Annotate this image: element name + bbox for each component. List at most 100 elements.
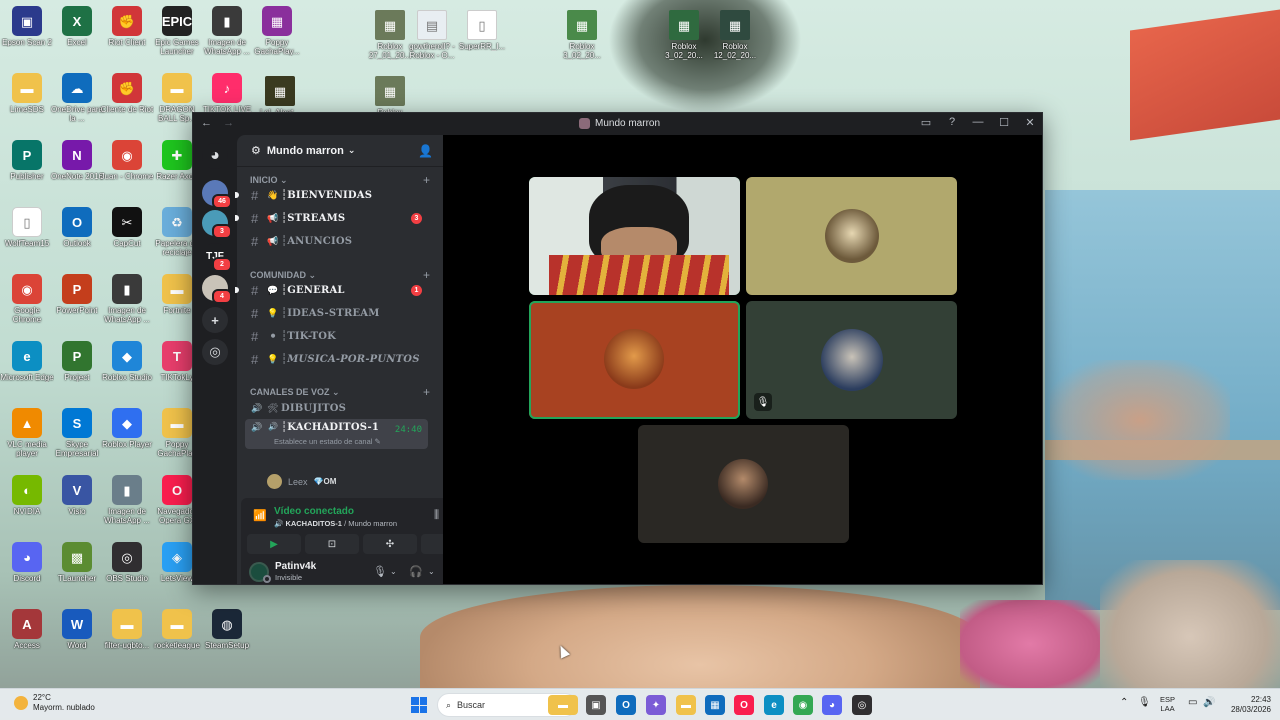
channel-item[interactable]: # 💡 ┆IDEAS-STREAM — [245, 303, 428, 323]
obs-app[interactable]: ◎ — [852, 695, 872, 715]
channel-item[interactable]: # 💬 ┆GENERAL 1 — [235, 280, 428, 300]
guild-add-server[interactable]: + — [202, 307, 228, 333]
desktop-icon-capcut[interactable]: ✂ CapCut — [100, 207, 154, 248]
discord-app[interactable]: ◕ — [822, 695, 842, 715]
guild-explore[interactable]: ◎ — [202, 339, 228, 365]
camera-tile[interactable] — [529, 177, 740, 295]
desktop-icon-epic-games-launcher[interactable]: EPIC Epic Games Launcher — [150, 6, 204, 56]
avatar-tile-3[interactable]: 🎙 — [746, 301, 957, 419]
desktop-file-lol-aleat[interactable]: ▦Lol_Aleat... — [253, 76, 307, 117]
desktop-icon-imagen-de-whatsapp[interactable]: ▮ Imagen de WhatsApp ... — [100, 274, 154, 324]
maximize-button[interactable]: ☐ — [998, 116, 1010, 129]
clock[interactable]: 22:43 28/03/2026 — [1227, 695, 1271, 715]
voice-member[interactable]: Leex 💎OM — [267, 474, 336, 489]
folder-app[interactable]: ▬ — [676, 695, 696, 715]
avatar-tile-4[interactable] — [638, 425, 849, 543]
desktop-file-roblox-12-02-20[interactable]: ▦ Roblox 12_02_20... — [708, 10, 762, 60]
invite-people-icon[interactable]: 👤 — [418, 144, 433, 158]
desktop-icon-roblox-studio[interactable]: ◆ Roblox Studio — [100, 341, 154, 382]
channel-item[interactable]: # 📢 ┆ANUNCIOS — [245, 231, 428, 251]
set-status-hint[interactable]: Establece un estado de canal ✎ — [274, 437, 381, 446]
desktop-icon-google-chrome[interactable]: ◉ Google Chrome — [0, 274, 54, 324]
chevron-up-icon[interactable]: ⌃ — [1120, 697, 1128, 708]
chevron-down-icon[interactable]: ⌄ — [390, 567, 397, 576]
desktop-icon-project[interactable]: P Project — [50, 341, 104, 382]
channel-item[interactable]: # ⚫ ┆TIK-TOK — [245, 326, 428, 346]
weather-widget[interactable]: 22°C Mayorm. nublado — [14, 693, 95, 713]
copilot-app[interactable]: ✦ — [646, 695, 666, 715]
camera-button[interactable]: ▶ — [247, 534, 301, 554]
help-icon[interactable]: ? — [946, 116, 958, 129]
desktop-icon-epson-scan-2[interactable]: ▣ Epson Scan 2 — [0, 6, 54, 47]
headphones-icon[interactable]: 🎧 — [409, 565, 423, 578]
signal-icon[interactable]: 📶 — [253, 509, 267, 522]
desktop-icon-powerpoint[interactable]: P PowerPoint — [50, 274, 104, 315]
server-header[interactable]: ⚙ Mundo marron ⌄ 👤 — [237, 135, 443, 167]
desktop-icon-steamsetup[interactable]: ◍ SteamSetup — [200, 609, 254, 650]
avatar-tile-1[interactable] — [746, 177, 957, 295]
desktop-file-roblox[interactable]: ▦Roblox — [363, 76, 417, 117]
desktop-icon-discord[interactable]: ◕ Discord — [0, 542, 54, 583]
desktop-icon-access[interactable]: A Access — [0, 609, 54, 650]
desktop-icon-juan-chrome[interactable]: ◉ Juan - Chrome — [100, 140, 154, 181]
task-view-app[interactable]: ▣ — [586, 695, 606, 715]
volume-icon[interactable]: 🔊 — [1203, 697, 1215, 708]
window-titlebar[interactable]: ← → Mundo marron ▭ ? — ☐ ✕ — [193, 113, 1042, 135]
close-button[interactable]: ✕ — [1024, 116, 1036, 129]
desktop-file-superrr-i[interactable]: ▯ SuperRR_I... — [455, 10, 509, 51]
desktop-icon-publisher[interactable]: P Publisher — [0, 140, 54, 181]
opera-app[interactable]: O — [734, 695, 754, 715]
noise-suppression-icon[interactable]: ⫼ — [434, 509, 439, 522]
microphone-icon[interactable]: 🎙 — [1138, 697, 1151, 708]
desktop-icon-obs-studio[interactable]: ◎ OBS Studio — [100, 542, 154, 583]
desktop-icon-vlc-media-player[interactable]: ▲ VLC media player — [0, 408, 54, 458]
desktop-icon-outlook[interactable]: O Outlook — [50, 207, 104, 248]
desktop-icon-tiktok-live[interactable]: ♪ TIKTOK LIVE — [200, 73, 254, 114]
activities-button[interactable]: ✣ — [363, 534, 417, 554]
network-icon[interactable]: ▭ — [1188, 697, 1197, 708]
desktop-file-gowtheroll-roblox-o[interactable]: ▤ gowtheroll? - Roblox - O... — [405, 10, 459, 60]
channel-category[interactable]: CANALES DE VOZ ⌄ + — [250, 385, 430, 399]
start-button[interactable] — [411, 697, 427, 713]
store-app[interactable]: ▦ — [705, 695, 725, 715]
desktop-icon-microsoft-edge[interactable]: e Microsoft Edge — [0, 341, 54, 382]
desktop-icon-rocketleague[interactable]: ▬ rocketleague — [150, 609, 204, 650]
channel-item[interactable]: # 💡 ┆MUSICA-POR-PUNTOS — [245, 349, 428, 369]
desktop-icon-skype-empresarial[interactable]: S Skype Empresarial — [50, 408, 104, 458]
desktop-icon-poppy-gachaplay[interactable]: ▦ Poppy GachaPlay... — [250, 6, 304, 56]
channel-item[interactable]: # 📢 ┆STREAMS 3 — [235, 208, 428, 228]
channel-item[interactable]: 🔊 🛠 DIBUJITOS — [245, 398, 428, 418]
create-channel-icon[interactable]: + — [423, 385, 430, 399]
desktop-icon-excel[interactable]: X Excel — [50, 6, 104, 47]
desktop-icon-riot-client[interactable]: ✊ Riot Client — [100, 6, 154, 47]
desktop-icon-onenote-2016[interactable]: N OneNote 2016 — [50, 140, 104, 181]
desktop-icon-filter-ugbto[interactable]: ▬ filter-ugbto... — [100, 609, 154, 650]
chevron-down-icon[interactable]: ⌄ — [428, 567, 435, 576]
desktop-file-roblox-3-02-20[interactable]: ▦ Roblox 3_02_20... — [657, 10, 711, 60]
microphone-icon[interactable]: 🎙 — [373, 565, 387, 578]
back-arrow-icon[interactable]: ← — [201, 117, 212, 129]
avatar-tile-2[interactable] — [529, 301, 740, 419]
desktop-icon-imagen-de-whatsapp[interactable]: ▮ Imagen de WhatsApp ... — [200, 6, 254, 56]
file-explorer-app[interactable]: ▬ — [548, 695, 578, 715]
desktop-icon-roblox-player[interactable]: ◆ Roblox Player — [100, 408, 154, 449]
desktop-icon-nvidia[interactable]: ◐ NVIDIA — [0, 475, 54, 516]
desktop-icon-tlauncher[interactable]: ▩ TLauncher — [50, 542, 104, 583]
desktop-file-roblox-3-02-20[interactable]: ▦ Roblox 3_02_20... — [555, 10, 609, 60]
desktop-icon-limesds[interactable]: ▬ LimeSDS — [0, 73, 54, 114]
inbox-icon[interactable]: ▭ — [920, 116, 932, 129]
active-voice-channel[interactable]: 🔊 🔊 ┆KACHADITOS-1 24:40 Establece un estado … — [245, 419, 428, 449]
desktop-icon-imagen-de-whatsapp[interactable]: ▮ Imagen de WhatsApp ... — [100, 475, 154, 525]
desktop-icon-visio[interactable]: V Visio — [50, 475, 104, 516]
desktop-icon-word[interactable]: W Word — [50, 609, 104, 650]
forward-arrow-icon[interactable]: → — [223, 117, 234, 129]
guild-discord-home[interactable]: ◕ — [202, 143, 228, 169]
desktop-icon-onedrive-para-la[interactable]: ☁ OneDrive para la ... — [50, 73, 104, 123]
desktop-icon-cliente-de-riot[interactable]: ✊ Cliente de Riot — [100, 73, 154, 114]
guild-server-1[interactable]: 46 — [202, 180, 232, 209]
guild-server-tjf[interactable]: TJF 2 — [202, 243, 232, 272]
language-indicator[interactable]: ESP LAA — [1160, 695, 1175, 713]
chrome-app[interactable]: ◉ — [793, 695, 813, 715]
minimize-button[interactable]: — — [972, 116, 984, 129]
edge-app[interactable]: e — [764, 695, 784, 715]
